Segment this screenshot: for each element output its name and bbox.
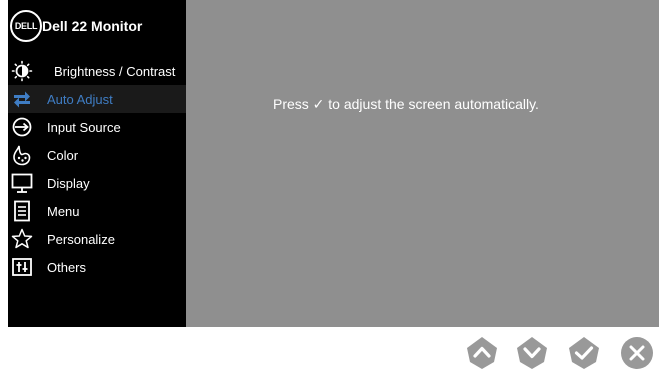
menu-item-label: Auto Adjust — [47, 92, 113, 107]
menu-item-input-source[interactable]: Input Source — [8, 113, 186, 141]
monitor-model-title: Dell 22 Monitor — [42, 18, 143, 34]
menu-item-color[interactable]: Color — [8, 141, 186, 169]
auto-adjust-message: Press ✓ to adjust the screen automatical… — [273, 96, 539, 112]
menu-icon — [14, 200, 30, 222]
menu-item-label: Display — [47, 176, 90, 191]
osd-menu: Brightness / Contrast Auto Adjust Input … — [8, 57, 186, 281]
display-icon — [11, 173, 33, 193]
menu-item-others[interactable]: Others — [8, 253, 186, 281]
color-icon — [13, 145, 31, 166]
menu-item-display[interactable]: Display — [8, 169, 186, 197]
menu-item-brightness-contrast[interactable]: Brightness / Contrast — [8, 57, 186, 85]
confirm-button[interactable] — [567, 336, 601, 370]
button-shape — [467, 337, 497, 369]
exit-button[interactable] — [620, 336, 654, 370]
down-button[interactable] — [515, 336, 549, 370]
dell-logo: DELL — [10, 10, 42, 42]
up-button[interactable] — [465, 336, 499, 370]
others-icon — [12, 258, 32, 276]
button-shape — [569, 337, 599, 369]
menu-item-label: Menu — [47, 204, 80, 219]
menu-item-label: Personalize — [47, 232, 115, 247]
auto-adjust-icon — [14, 91, 30, 108]
menu-item-label: Color — [47, 148, 79, 163]
star-icon — [11, 228, 33, 249]
menu-item-menu[interactable]: Menu — [8, 197, 186, 225]
brightness-icon — [11, 60, 33, 82]
menu-item-auto-adjust[interactable]: Auto Adjust — [8, 85, 186, 113]
menu-item-label: Brightness / Contrast — [54, 64, 176, 79]
osd-header: DELL Dell 22 Monitor — [8, 0, 186, 50]
osd-sidebar: DELL Dell 22 Monitor Brightness / Contra… — [8, 0, 186, 327]
menu-item-label: Others — [47, 260, 87, 275]
menu-item-personalize[interactable]: Personalize — [8, 225, 186, 253]
button-shape — [517, 337, 547, 369]
menu-item-label: Input Source — [47, 120, 121, 135]
input-source-icon — [12, 117, 32, 137]
